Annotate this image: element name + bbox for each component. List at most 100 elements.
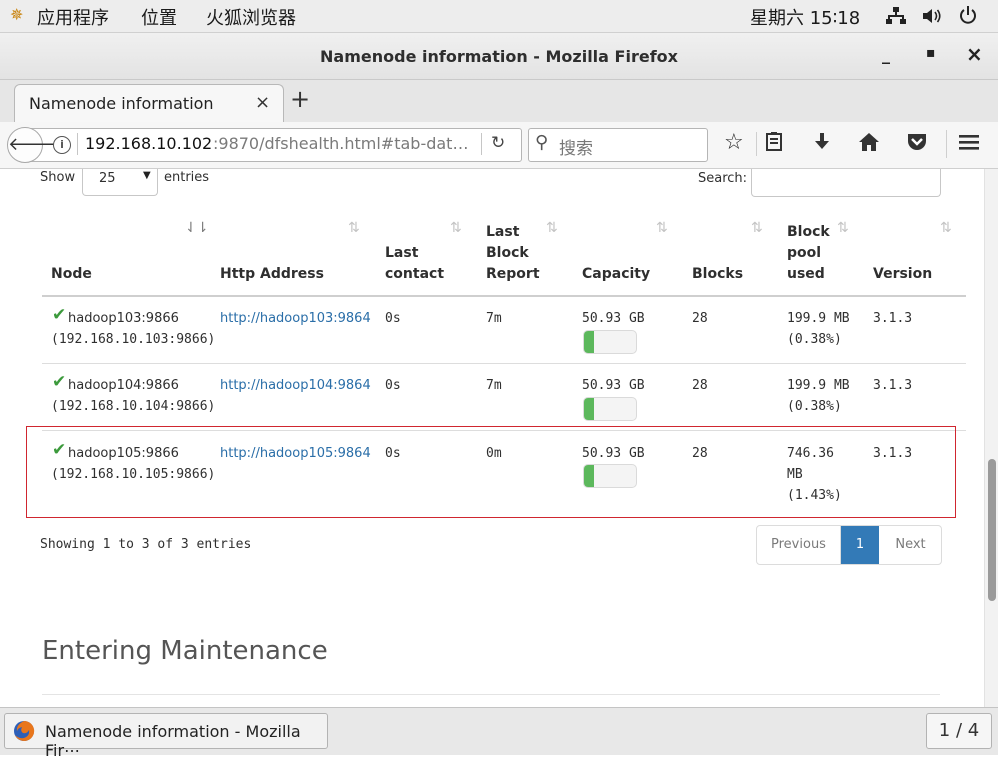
sort-icon[interactable]: ⇅: [348, 220, 360, 236]
column-header-node[interactable]: Node: [51, 264, 92, 285]
clock[interactable]: 星期六 15∶18: [750, 4, 860, 30]
window-title: Namenode information - Mozilla Firefox: [320, 47, 678, 66]
pagination-previous-button[interactable]: Previous: [757, 526, 841, 564]
firefox-icon: [13, 720, 35, 746]
page-scrollbar[interactable]: [984, 169, 998, 707]
menu-icon[interactable]: [958, 133, 980, 155]
table-info: Showing 1 to 3 of 3 entries: [40, 537, 252, 552]
firefox-app-menu[interactable]: 火狐浏览器: [206, 4, 296, 30]
sort-icon[interactable]: ⇅: [656, 220, 668, 236]
capacity-progress-bar: [583, 464, 637, 488]
url-host: 192.168.10.102: [85, 134, 213, 153]
version: 3.1.3: [873, 311, 913, 326]
section-divider: [42, 694, 940, 695]
block-pool-used: 199.9 MB: [787, 311, 850, 326]
pagination-page-1[interactable]: 1: [841, 526, 879, 564]
applications-menu[interactable]: 应用程序: [37, 4, 109, 30]
reload-icon[interactable]: ↻: [491, 133, 505, 153]
sort-icon[interactable]: ⇅: [837, 220, 849, 236]
table-search-input[interactable]: [751, 169, 941, 197]
network-icon[interactable]: [886, 6, 906, 31]
workspace-switcher[interactable]: 1 / 4: [926, 713, 992, 749]
sort-icon[interactable]: ⇅: [940, 220, 952, 236]
last-block-report: 0m: [486, 446, 502, 461]
check-icon: ✔: [52, 440, 67, 460]
column-header-version[interactable]: Version: [873, 264, 932, 285]
block-pool-used: 746.36: [787, 446, 834, 461]
version: 3.1.3: [873, 378, 913, 393]
capacity-progress-bar: [583, 330, 637, 354]
last-contact: 0s: [385, 311, 401, 326]
minimize-button[interactable]: _: [882, 45, 890, 64]
url-bar[interactable]: 🡐 i 192.168.10.102 :9870/dfshealth.html#…: [7, 127, 522, 163]
http-address-link[interactable]: http://hadoop103:9864: [220, 308, 371, 329]
capacity-progress-fill: [584, 331, 595, 353]
column-header-http-address[interactable]: Http Address: [220, 264, 324, 285]
entries-label: entries: [164, 170, 210, 185]
capacity: 50.93 GB: [582, 311, 645, 326]
column-header-capacity[interactable]: Capacity: [582, 264, 650, 285]
column-header-last-block-report[interactable]: Last Block Report: [486, 222, 540, 285]
downloads-icon[interactable]: [812, 131, 832, 157]
volume-icon[interactable]: [922, 7, 942, 30]
close-window-button[interactable]: ×: [966, 42, 983, 66]
tab-close-button[interactable]: ×: [255, 92, 270, 113]
tab-label: Namenode information: [29, 94, 214, 113]
back-button[interactable]: 🡐: [7, 127, 56, 163]
url-divider: [77, 133, 78, 155]
capacity-progress-bar: [583, 397, 637, 421]
section-heading: Entering Maintenance: [42, 636, 328, 666]
bookmark-star-icon[interactable]: ☆: [724, 130, 744, 155]
column-header-last-contact[interactable]: Last contact: [385, 243, 444, 285]
http-address-link[interactable]: http://hadoop105:9864: [220, 443, 371, 464]
activities-icon[interactable]: ✵: [10, 5, 23, 24]
library-icon[interactable]: [764, 131, 784, 157]
pagination-next-button[interactable]: Next: [880, 526, 941, 564]
capacity-progress-fill: [584, 465, 595, 487]
column-header-blocks[interactable]: Blocks: [692, 264, 743, 285]
system-top-bar: ✵ 应用程序 位置 火狐浏览器 星期六 15∶18: [0, 0, 998, 33]
power-icon[interactable]: [958, 5, 978, 30]
node-name: hadoop103:9866: [68, 311, 179, 326]
http-address-link[interactable]: http://hadoop104:9864: [220, 375, 371, 396]
home-icon[interactable]: [858, 131, 880, 157]
node-name: hadoop104:9866: [68, 378, 179, 393]
block-pool-used-percent: (1.43%): [787, 488, 842, 503]
sort-icon[interactable]: ⇅: [751, 220, 763, 236]
url-divider-2: [481, 133, 482, 155]
last-contact: 0s: [385, 446, 401, 461]
site-info-icon[interactable]: i: [53, 136, 71, 154]
last-block-report: 7m: [486, 378, 502, 393]
check-icon: ✔: [52, 372, 67, 392]
url-path: :9870/dfshealth.html#tab-dat…: [213, 134, 469, 153]
toolbar-divider: [756, 132, 757, 156]
page-size-value: 25: [99, 171, 116, 186]
new-tab-button[interactable]: +: [290, 85, 310, 113]
toolbar-divider-2: [946, 130, 947, 158]
maximize-button[interactable]: ▪: [926, 45, 936, 61]
node-ip: (192.168.10.103:9866): [51, 332, 216, 347]
sort-asc-icon[interactable]: ⇃⇂: [185, 220, 208, 236]
scrollbar-thumb[interactable]: [988, 459, 996, 601]
column-header-block-pool-used[interactable]: Block pool used: [787, 222, 830, 285]
show-label: Show: [40, 170, 76, 185]
pocket-icon[interactable]: [906, 132, 928, 156]
places-menu[interactable]: 位置: [141, 4, 177, 30]
page-size-select[interactable]: 25 ▼: [82, 169, 158, 196]
chevron-down-icon: ▼: [143, 170, 151, 181]
taskbar-window-firefox[interactable]: Namenode information - Mozilla Fir⋯: [4, 713, 328, 760]
navigation-toolbar: 🡐 i 192.168.10.102 :9870/dfshealth.html#…: [0, 122, 998, 169]
search-icon: ⚲: [535, 132, 549, 153]
capacity: 50.93 GB: [582, 446, 645, 461]
search-box[interactable]: ⚲ 搜索: [528, 128, 708, 162]
sort-icon[interactable]: ⇅: [450, 220, 462, 236]
sort-icon[interactable]: ⇅: [546, 220, 558, 236]
blocks: 28: [692, 378, 708, 393]
last-block-report: 7m: [486, 311, 502, 326]
tab-strip: Namenode information × +: [0, 80, 998, 123]
row-divider: [42, 363, 966, 364]
capacity-progress-fill: [584, 398, 595, 420]
check-icon: ✔: [52, 305, 67, 325]
window-title-bar[interactable]: Namenode information - Mozilla Firefox _…: [0, 33, 998, 80]
tab-namenode-information[interactable]: Namenode information ×: [14, 84, 284, 122]
